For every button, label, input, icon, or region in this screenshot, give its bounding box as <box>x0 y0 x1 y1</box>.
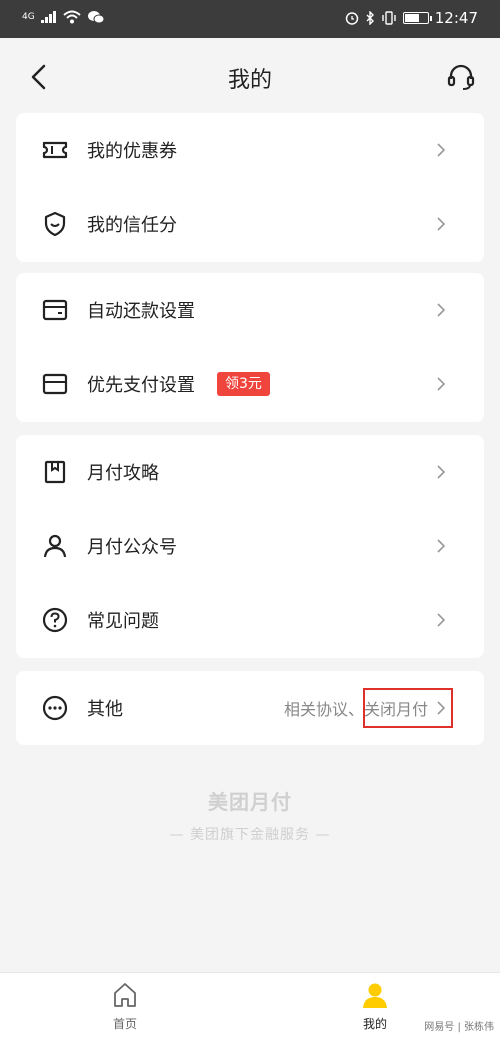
menu-item-label: 优先支付设置 <box>87 375 195 396</box>
alarm-icon <box>345 12 359 25</box>
card-benefits: 我的优惠券 我的信任分 <box>16 113 484 262</box>
battery-icon <box>402 12 432 24</box>
customer-service-icon[interactable] <box>446 62 476 92</box>
user-icon <box>43 534 67 558</box>
wechat-icon <box>87 11 105 24</box>
tab-home[interactable]: 首页 <box>85 981 165 1032</box>
chevron-right-icon <box>437 465 446 479</box>
menu-item-priority-payment[interactable]: 优先支付设置 领3元 <box>16 347 484 421</box>
chevron-right-icon <box>437 613 446 627</box>
card-other: 其他 相关协议、关闭月付 <box>16 671 484 745</box>
shield-icon <box>44 211 66 237</box>
home-icon <box>114 983 136 1007</box>
menu-item-auto-repay[interactable]: 自动还款设置 <box>16 273 484 347</box>
card-info: 月付攻略 月付公众号 常见问题 <box>16 435 484 658</box>
tab-label: 我的 <box>362 1017 387 1031</box>
user-filled-icon <box>363 983 387 1008</box>
page-title: 我的 <box>227 68 272 93</box>
vibrate-icon <box>382 11 396 25</box>
menu-item-label: 我的信任分 <box>87 215 177 236</box>
chevron-right-icon <box>437 303 446 317</box>
menu-item-faq[interactable]: 常见问题 <box>16 583 484 657</box>
menu-item-label: 其他 <box>87 699 123 720</box>
menu-item-official-account[interactable]: 月付公众号 <box>16 509 484 583</box>
menu-item-coupons[interactable]: 我的优惠券 <box>16 113 484 187</box>
menu-item-guide[interactable]: 月付攻略 <box>16 435 484 509</box>
status-time: 12:47 <box>434 9 478 27</box>
brand-name: 美团月付 <box>208 790 292 814</box>
network-type: 4G <box>22 12 35 22</box>
menu-item-other[interactable]: 其他 相关协议、关闭月付 <box>16 671 484 745</box>
bookmark-icon <box>44 460 66 484</box>
chevron-right-icon <box>437 143 446 157</box>
watermark: 网易号 | 张栋伟 <box>424 1022 494 1033</box>
signal-icon <box>40 11 56 23</box>
menu-item-label: 我的优惠券 <box>87 141 177 162</box>
menu-item-trust-score[interactable]: 我的信任分 <box>16 187 484 261</box>
menu-item-label: 常见问题 <box>87 611 159 632</box>
menu-item-label: 月付公众号 <box>87 537 177 558</box>
brand-tagline: — 美团旗下金融服务 — <box>169 827 331 843</box>
tab-label: 首页 <box>112 1017 137 1031</box>
promo-badge: 领3元 <box>217 372 270 396</box>
wifi-icon <box>63 10 81 24</box>
coupon-icon <box>42 141 68 159</box>
nav-bar: 我的 <box>0 38 500 114</box>
question-icon <box>42 607 68 633</box>
highlight-box <box>363 688 453 728</box>
status-bar: 4G 12:47 <box>0 0 500 38</box>
card-icon <box>42 373 68 395</box>
chevron-right-icon <box>437 377 446 391</box>
menu-item-label: 自动还款设置 <box>87 301 195 322</box>
chevron-right-icon <box>437 217 446 231</box>
chevron-right-icon <box>437 539 446 553</box>
menu-item-label: 月付攻略 <box>87 463 159 484</box>
more-icon <box>42 695 68 721</box>
wallet-icon <box>42 299 68 321</box>
card-payment-settings: 自动还款设置 优先支付设置 领3元 <box>16 273 484 422</box>
bluetooth-icon <box>366 11 374 25</box>
tab-mine[interactable]: 我的 <box>335 981 415 1032</box>
